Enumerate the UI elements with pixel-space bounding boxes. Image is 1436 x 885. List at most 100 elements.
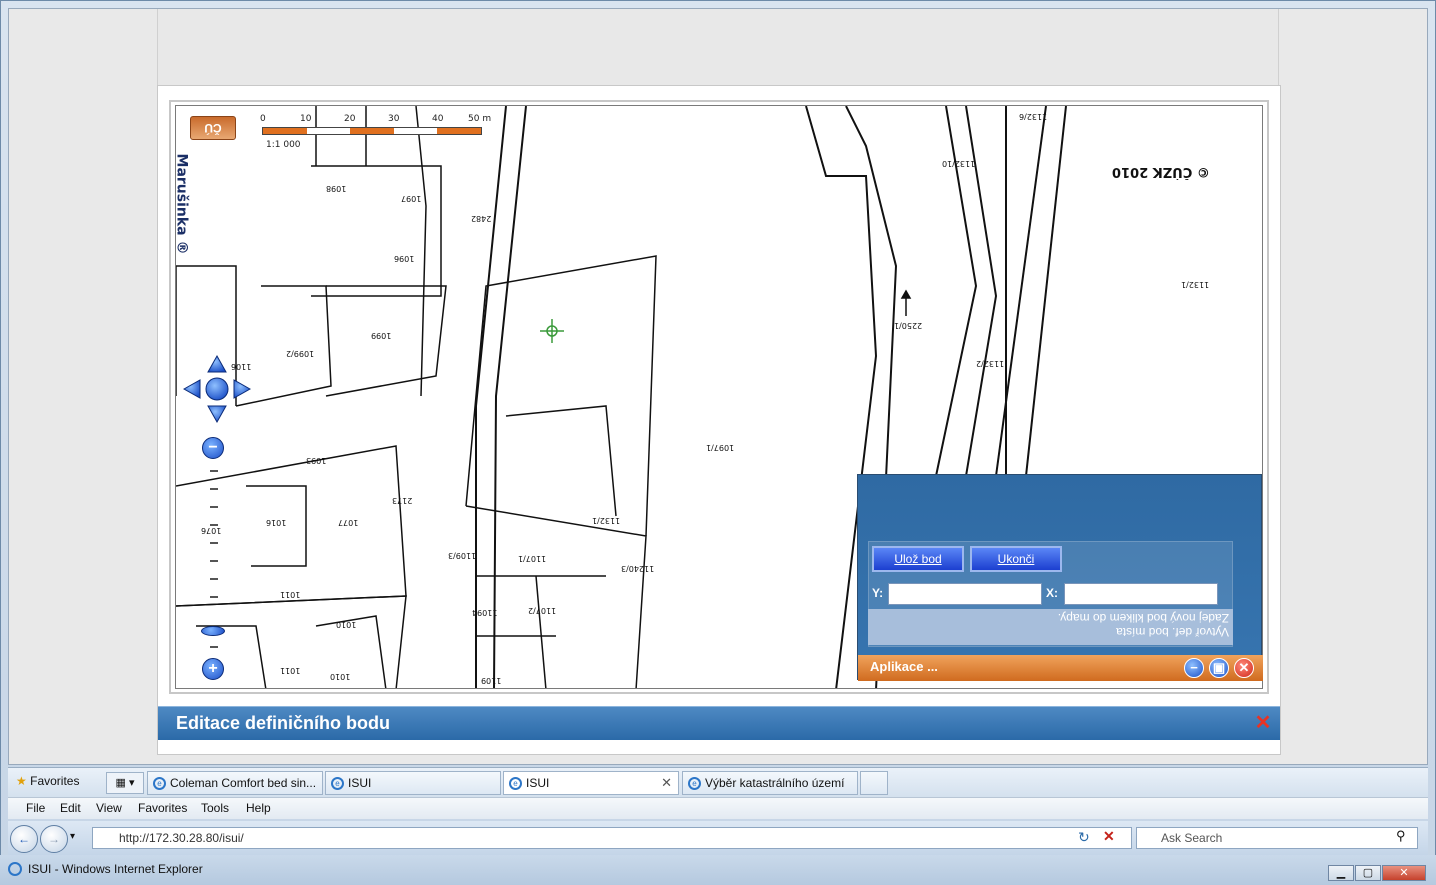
- tab-bar: ★ Favorites ▦ ▾ e Coleman Comfort bed si…: [8, 767, 1428, 797]
- pan-right-icon: [233, 379, 252, 399]
- scale-bar: [262, 127, 482, 135]
- parcel-label: 1011: [280, 590, 301, 599]
- parcel-label: 1107/1: [518, 554, 547, 563]
- zoom-in-button[interactable]: +: [202, 658, 224, 680]
- parcel-label: 1132/2: [976, 359, 1005, 368]
- ie-icon: e: [153, 777, 166, 790]
- scale-mark: 20: [344, 114, 356, 124]
- tab-isui-active[interactable]: e ISUI ✕: [503, 771, 679, 795]
- parcel-label: 1132/1: [592, 516, 621, 525]
- parcel-label: 11240/3: [621, 564, 655, 573]
- parcel-label: 1109: [481, 676, 502, 685]
- zoom-tick: [210, 646, 218, 648]
- scale-mark: 10: [300, 114, 312, 124]
- scale-ratio: 1:1 000: [266, 140, 301, 150]
- forward-button[interactable]: →: [40, 825, 68, 853]
- end-button[interactable]: Ukonči: [970, 546, 1062, 572]
- zoom-tick: [210, 488, 218, 490]
- window-title-bar: ISUI - Windows Internet Explorer ▁ ▢ ✕: [0, 855, 1436, 885]
- parcel-label: 1077: [338, 518, 359, 527]
- scale-mark: 40: [432, 114, 444, 124]
- restore-panel-button[interactable]: ▣: [1209, 658, 1229, 678]
- ie-icon: e: [509, 777, 522, 790]
- dialog-title: Editace definičního bodu: [176, 713, 391, 733]
- tab-coleman[interactable]: e Coleman Comfort bed sin...: [147, 771, 323, 795]
- parcel-label: 1016: [266, 518, 287, 527]
- favorites-label: Favorites: [30, 774, 80, 788]
- save-point-button[interactable]: Ulož bod: [872, 546, 964, 572]
- instruction-text: Vytvoř def. bod místa: [1116, 625, 1229, 639]
- zoom-slider-handle[interactable]: [201, 626, 225, 636]
- menu-bar: File Edit View Favorites Tools Help: [8, 797, 1428, 819]
- tab-label: ISUI: [526, 776, 550, 790]
- tab-label: ISUI: [348, 776, 372, 790]
- pan-down-icon: [207, 405, 227, 424]
- x-label: X:: [1046, 586, 1058, 600]
- y-label: Y:: [872, 586, 884, 600]
- new-tab-button[interactable]: [860, 771, 888, 795]
- app-panel-title: Aplikace ...: [870, 659, 938, 674]
- maximize-window-button[interactable]: ▢: [1355, 865, 1381, 881]
- tab-isui-1[interactable]: e ISUI: [325, 771, 501, 795]
- window-title: ISUI - Windows Internet Explorer: [28, 862, 203, 876]
- parcel-label: 1109/3: [448, 551, 477, 560]
- instruction-box: Zadej nový bod klikem do mapy. Vytvoř de…: [868, 609, 1233, 645]
- minimize-panel-button[interactable]: −: [1184, 658, 1204, 678]
- pan-left-icon: [182, 379, 201, 399]
- pan-up-icon: [207, 354, 227, 373]
- minimize-window-button[interactable]: ▁: [1328, 865, 1354, 881]
- address-input[interactable]: http://172.30.28.80/isui/: [92, 827, 1132, 849]
- dialog-title-bar: Editace definičního bodu ✕: [158, 706, 1280, 740]
- zoom-tick: [210, 542, 218, 544]
- favorites-button[interactable]: ★ Favorites: [16, 774, 79, 788]
- recent-pages-icon[interactable]: ▾: [70, 831, 75, 842]
- zoom-tick: [210, 596, 218, 598]
- app-panel: Ulož bod Ukonči Y: X: Zadej nový bod kli…: [857, 474, 1263, 681]
- zoom-out-button[interactable]: −: [202, 437, 224, 459]
- parcel-label: 1097/1: [706, 443, 735, 452]
- close-window-button[interactable]: ✕: [1382, 865, 1426, 881]
- tab-vyber-ku[interactable]: e Výběr katastrálního území: [682, 771, 858, 795]
- street-label: Marušinka ®: [175, 153, 190, 255]
- search-icon[interactable]: ⚲: [1396, 828, 1406, 844]
- parcel-label: 1132/1: [1181, 280, 1210, 289]
- x-coordinate-input[interactable]: [1064, 583, 1218, 605]
- dialog-close-button[interactable]: ✕: [1254, 713, 1272, 733]
- parcel-label: 1010: [336, 620, 357, 629]
- menu-edit[interactable]: Edit: [60, 801, 81, 815]
- parcel-label: 1098: [326, 184, 347, 193]
- target-crosshair: [540, 319, 564, 343]
- search-input[interactable]: Ask Search: [1136, 827, 1418, 849]
- y-coordinate-input[interactable]: [888, 583, 1042, 605]
- parcel-label: 1132/10: [942, 159, 976, 168]
- close-tab-icon[interactable]: ✕: [661, 775, 672, 791]
- parcel-label: 1107/2: [528, 606, 557, 615]
- back-button[interactable]: ←: [10, 825, 38, 853]
- parcel-label: 1093: [306, 456, 327, 465]
- quick-tabs-button[interactable]: ▦ ▾: [106, 772, 144, 794]
- app-panel-footer: Aplikace ... − ▣ ✕: [858, 655, 1263, 681]
- scale-mark: 30: [388, 114, 400, 124]
- zoom-tick: [210, 524, 218, 526]
- scale-mark: 0: [260, 114, 266, 124]
- pan-control[interactable]: [182, 354, 252, 424]
- map-logo-icon: ČÚ: [190, 116, 236, 140]
- parcel-label: 1099/2: [286, 349, 315, 358]
- stop-icon[interactable]: ✕: [1103, 828, 1115, 845]
- parcel-label: 1097: [401, 194, 422, 203]
- menu-view[interactable]: View: [96, 801, 122, 815]
- refresh-icon[interactable]: ↻: [1078, 829, 1090, 846]
- star-icon: ★: [16, 774, 27, 788]
- parcel-label: 1011: [280, 666, 301, 675]
- zoom-tick: [210, 578, 218, 580]
- zoom-tick: [210, 506, 218, 508]
- page-header-area: [157, 9, 1279, 85]
- menu-favorites[interactable]: Favorites: [138, 801, 187, 815]
- parcel-label: 1096: [394, 254, 415, 263]
- menu-tools[interactable]: Tools: [201, 801, 229, 815]
- menu-help[interactable]: Help: [246, 801, 271, 815]
- parcel-label: 11094: [472, 608, 498, 617]
- close-panel-button[interactable]: ✕: [1234, 658, 1254, 678]
- menu-file[interactable]: File: [26, 801, 45, 815]
- address-bar-area: ← → ▾ http://172.30.28.80/isui/ ↻ ✕ Ask …: [8, 821, 1428, 855]
